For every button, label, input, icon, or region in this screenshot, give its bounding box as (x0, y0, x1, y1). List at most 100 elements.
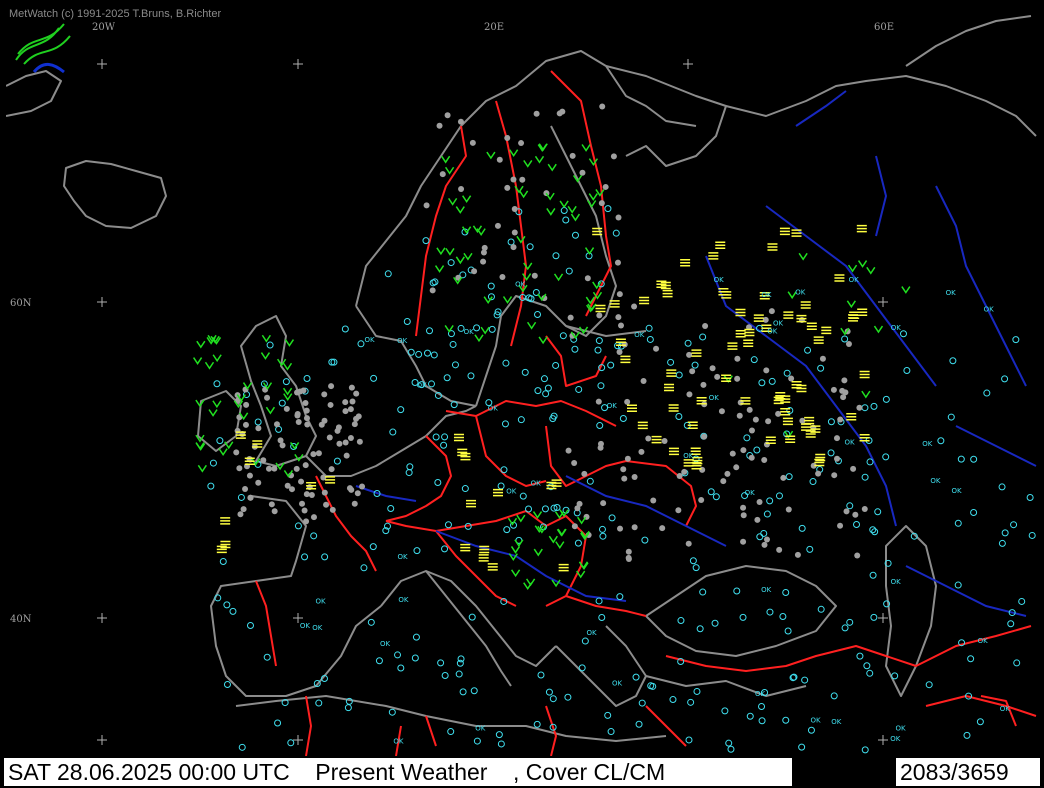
station-symbol (511, 229, 518, 236)
station-symbol (1001, 375, 1009, 383)
station-symbol (691, 361, 699, 369)
station-symbol (469, 139, 476, 146)
station-symbol (443, 374, 451, 382)
station-symbol (511, 206, 518, 213)
station-symbol (275, 425, 283, 433)
station-symbol (615, 214, 622, 221)
weather-map[interactable]: 20W 20E 60E 60N 40N OK OK OK OK OK OK OK OK OK OK… (6, 6, 1038, 756)
station-symbol (488, 325, 496, 333)
station-symbol (970, 455, 978, 463)
station-symbol (453, 433, 464, 442)
station-symbol (455, 206, 465, 214)
station-symbol (767, 243, 778, 251)
station-symbol (278, 399, 286, 407)
status-bar: SAT 28.06.2025 00:00 UTC Present Weather… (0, 756, 1044, 788)
station-symbol (620, 466, 627, 473)
station-symbol (389, 428, 397, 436)
station-ok-label: OK (891, 578, 902, 586)
station-symbol (466, 499, 477, 508)
station-symbol (616, 593, 624, 601)
station-symbol (692, 564, 700, 572)
station-symbol (204, 361, 215, 370)
station-symbol (559, 200, 569, 209)
station-symbol (349, 398, 356, 405)
station-symbol (715, 241, 726, 249)
station-symbol (998, 483, 1006, 491)
station-symbol (486, 151, 496, 160)
station-symbol (708, 252, 719, 260)
grid-label-20e: 20E (484, 22, 504, 33)
station-symbol (638, 448, 645, 455)
station-symbol (460, 452, 471, 461)
station-symbol (437, 659, 445, 667)
station-ok-label: OK (951, 487, 962, 495)
station-symbol (242, 421, 249, 428)
station-symbol (558, 563, 569, 572)
station-symbol (684, 339, 692, 347)
copyright-text: MetWatch (c) 1991-2025 T.Bruns, B.Richte… (9, 8, 222, 20)
station-symbol (455, 256, 465, 265)
station-symbol (598, 614, 606, 622)
station-symbol (758, 379, 766, 387)
station-symbol (833, 435, 840, 442)
station-ok-label: OK (795, 289, 806, 297)
station-symbol (303, 407, 310, 414)
station-symbol (882, 395, 890, 403)
station-symbol (740, 538, 747, 545)
station-symbol (834, 455, 841, 462)
station-symbol (430, 351, 438, 359)
station-symbol (899, 330, 907, 338)
station-symbol (328, 383, 335, 390)
station-symbol (846, 502, 854, 510)
station-symbol (407, 348, 415, 356)
grid-label-20w: 20W (92, 22, 116, 33)
station-symbol (478, 554, 489, 562)
station-symbol (440, 441, 448, 449)
station-symbol (809, 478, 817, 486)
station-symbol (310, 514, 317, 521)
station-symbol (779, 613, 787, 621)
station-symbol (495, 731, 503, 739)
station-symbol (669, 696, 677, 704)
station-symbol (494, 222, 501, 229)
station-symbol (1028, 531, 1036, 539)
station-symbol (463, 252, 473, 261)
station-symbol (565, 447, 572, 454)
station-symbol (431, 278, 439, 286)
station-symbol (806, 545, 814, 553)
station-symbol (1026, 493, 1034, 501)
station-symbol (798, 524, 806, 532)
station-ok-label: OK (709, 394, 720, 402)
station-symbol (983, 389, 991, 397)
station-symbol (310, 451, 317, 458)
station-symbol (854, 552, 861, 559)
station-symbol (497, 740, 505, 748)
station-symbol (689, 557, 697, 565)
station-ok-label: OK (365, 336, 376, 344)
station-symbol (499, 273, 506, 280)
station-symbol (752, 416, 759, 423)
station-symbol (549, 695, 557, 703)
station-symbol (493, 488, 504, 497)
station-symbol (500, 466, 508, 474)
station-symbol (954, 581, 962, 589)
station-symbol (341, 325, 349, 333)
station-symbol (552, 361, 560, 369)
station-symbol (238, 743, 246, 751)
station-symbol (456, 659, 464, 667)
station-symbol (263, 653, 271, 661)
station-symbol (947, 413, 955, 421)
station-ok-label: OK (761, 586, 772, 594)
station-symbol (763, 510, 771, 518)
station-symbol (335, 424, 342, 431)
station-symbol (403, 317, 411, 325)
station-symbol (448, 197, 458, 206)
station-ok-label: OK (393, 738, 404, 746)
station-ok-label: OK (895, 724, 906, 732)
station-symbol (843, 508, 850, 515)
station-symbol (831, 472, 838, 479)
station-symbol (607, 728, 615, 736)
station-symbol (576, 570, 586, 579)
station-symbol (635, 720, 643, 728)
station-symbol (455, 670, 463, 678)
